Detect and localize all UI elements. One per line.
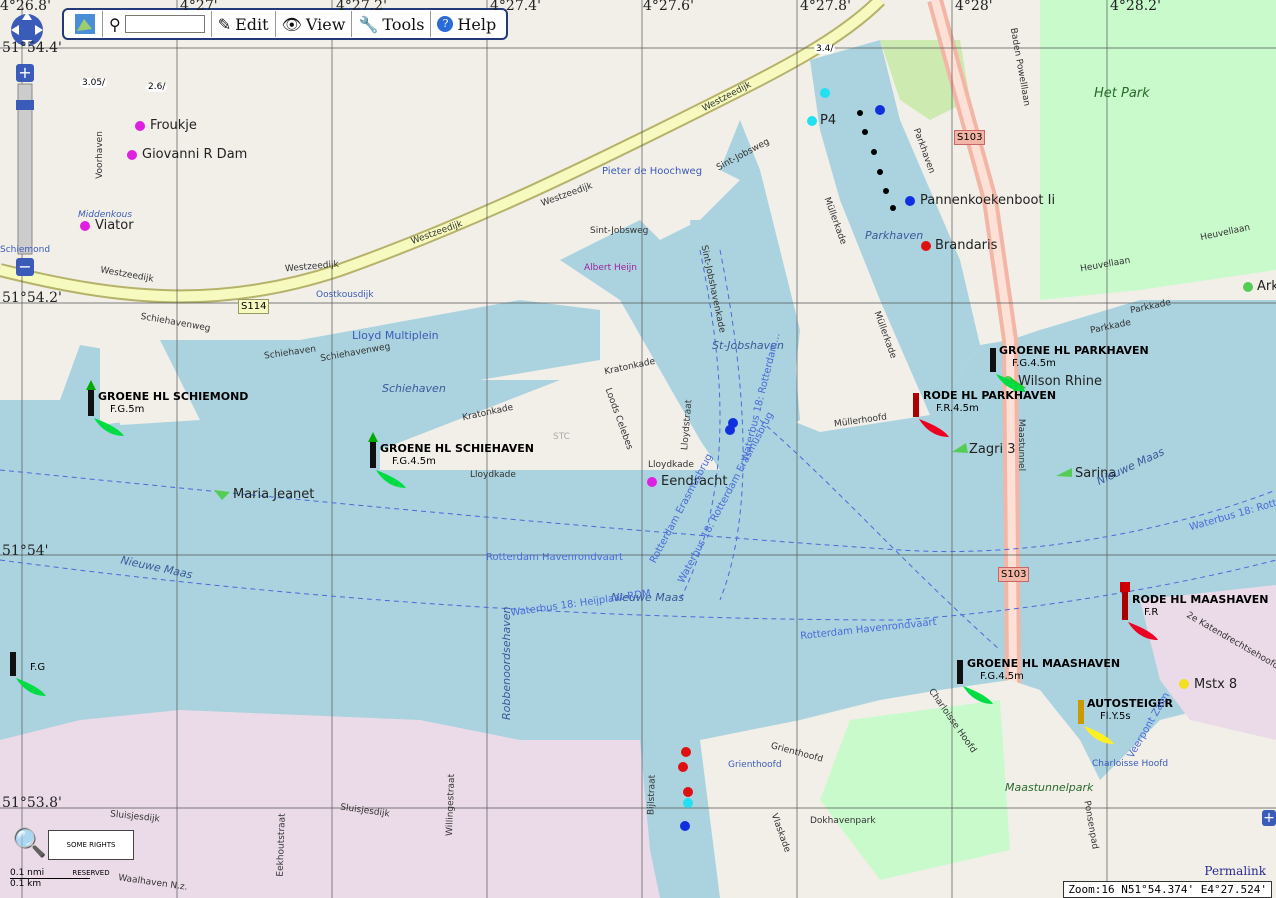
lon-label: 4°28' [955, 0, 993, 14]
place-label: Charloisse Hoofd [1092, 759, 1169, 769]
place-label: Albert Heijn [584, 263, 638, 273]
vessel-label[interactable]: Zagri 3 [969, 442, 1015, 457]
place-label: Middenkous [78, 210, 133, 220]
light-name[interactable]: GROENE HL MAASHAVEN [967, 657, 1120, 670]
vessel-label[interactable]: Brandaris [935, 238, 997, 253]
scale-bar: 0.1 nmi 0.1 km [10, 868, 90, 889]
view-label: View [305, 14, 346, 34]
vessel-label[interactable]: P4 [820, 113, 836, 128]
light-char: F.G.5m [110, 404, 145, 415]
lon-label: 4°27.2' [336, 0, 387, 14]
street-label: Sint-Jobsweg [590, 226, 649, 236]
minus-icon: − [18, 257, 31, 276]
lat-label: 51°53.8' [2, 795, 62, 811]
vessel-label[interactable]: Viator [95, 218, 134, 233]
place-label: Pieter de Hoochweg [602, 166, 703, 177]
eye-icon: 👁 [281, 14, 302, 34]
view-menu[interactable]: 👁 View [276, 11, 353, 37]
status-readout: Zoom:16 N51°54.374' E4°27.524' [1063, 881, 1272, 898]
light-char: F.R [1144, 607, 1159, 618]
scale-nmi: 0.1 nmi [10, 868, 90, 879]
light-name[interactable]: RODE HL MAASHAVEN [1132, 593, 1268, 606]
lat-label: 51°54.2' [2, 290, 62, 306]
street-label: Lloydkade [648, 460, 694, 470]
street-label: Voorhaven [94, 131, 105, 179]
vessel-label[interactable]: Maria Jeanet [233, 487, 314, 502]
lon-label: 4°27' [180, 0, 218, 14]
road-ref: S103 [954, 130, 986, 145]
lat-label: 51°54' [2, 543, 49, 559]
wrench-icon: 🔧 [358, 14, 379, 34]
lon-label: 4°28.2' [1110, 0, 1161, 14]
lon-label: 4°27.8' [800, 0, 851, 14]
light-char: F.G.4.5m [1012, 358, 1056, 369]
light-char: F.G.4.5m [980, 671, 1024, 682]
clearance-label: 2.6/ [146, 82, 168, 92]
street-label: Lloydkade [470, 470, 516, 480]
street-label: Dokhavenpark [810, 816, 876, 826]
search-icon[interactable]: ⚲ [109, 15, 121, 34]
edit-label: Edit [235, 14, 269, 34]
vessel-label[interactable]: Wilson Rhine [1018, 374, 1102, 389]
street-label: Maastunnel [1016, 418, 1027, 472]
clearance-label: 3.05/ [80, 78, 108, 88]
street-label: Bijlstraat [646, 774, 658, 816]
chart-map[interactable] [0, 0, 1276, 898]
vessel-label[interactable]: Ark [1257, 279, 1276, 294]
light-name[interactable]: GROENE HL PARKHAVEN [999, 344, 1149, 357]
edit-menu[interactable]: ✎ Edit [212, 11, 276, 37]
map-icon [75, 14, 95, 34]
light-char: F.G.4.5m [392, 456, 436, 467]
place-label: Parkhaven [865, 229, 924, 242]
scale-km: 0.1 km [10, 879, 42, 889]
lon-label: 4°26.8' [0, 0, 51, 14]
light-char: F.G [30, 662, 46, 673]
vessel-label[interactable]: Froukje [150, 118, 197, 133]
permalink-link[interactable]: Permalink [1204, 864, 1266, 878]
pencil-icon: ✎ [217, 14, 232, 34]
place-label: Het Park [1094, 86, 1150, 101]
light-name[interactable]: RODE HL PARKHAVEN [923, 389, 1056, 402]
cc-badge[interactable]: SOME RIGHTS RESERVED [48, 830, 134, 877]
het-park [1040, 0, 1276, 300]
place-label: Oostkousdijk [316, 290, 374, 300]
search-area: ⚲ [103, 11, 212, 37]
clearance-label: 3.4/ [814, 44, 836, 54]
tools-menu[interactable]: 🔧 Tools [352, 11, 432, 37]
ferry-label: Rotterdam Havenrondvaart [486, 552, 623, 563]
place-label: Maastunnelpark [1005, 781, 1094, 794]
zoom-handle[interactable] [16, 100, 34, 110]
plus-icon: + [18, 64, 31, 82]
tools-label: Tools [382, 14, 425, 34]
light-char: Fl.Y.5s [1100, 711, 1131, 722]
place-label: STC [553, 432, 570, 442]
map-layer-icon[interactable] [68, 11, 103, 37]
place-label: Schiehaven [382, 382, 446, 395]
road-ref: S114 [238, 299, 270, 314]
vessel-label[interactable]: Giovanni R Dam [142, 147, 247, 162]
light-name[interactable]: GROENE HL SCHIEMOND [98, 390, 248, 403]
place-label: Grienthoofd [728, 760, 782, 770]
vessel-label[interactable]: Pannenkoekenboot Ii [920, 193, 1055, 208]
layer-switcher-button[interactable]: + [1262, 810, 1276, 826]
lon-label: 4°27.4' [490, 0, 541, 14]
road-ref: S103 [998, 567, 1030, 582]
help-icon: ? [437, 16, 454, 32]
vessel-label[interactable]: Mstx 8 [1194, 677, 1237, 692]
light-char: F.R.4.5m [936, 403, 979, 414]
place-label: Robbenoordsehaven [500, 606, 513, 720]
help-label: Help [457, 14, 497, 34]
search-input[interactable] [124, 15, 205, 33]
help-menu[interactable]: ? Help [431, 11, 502, 37]
magnifier-icon[interactable]: 🔍 [12, 826, 47, 859]
lat-label: 51°54.4' [2, 40, 62, 56]
place-label: Lloyd Multiplein [352, 329, 439, 342]
main-toolbar: ⚲ ✎ Edit 👁 View 🔧 Tools ? Help [62, 8, 509, 40]
place-label: Schiemond [0, 245, 51, 255]
lon-label: 4°27.6' [643, 0, 694, 14]
light-name[interactable]: GROENE HL SCHIEHAVEN [380, 442, 534, 455]
